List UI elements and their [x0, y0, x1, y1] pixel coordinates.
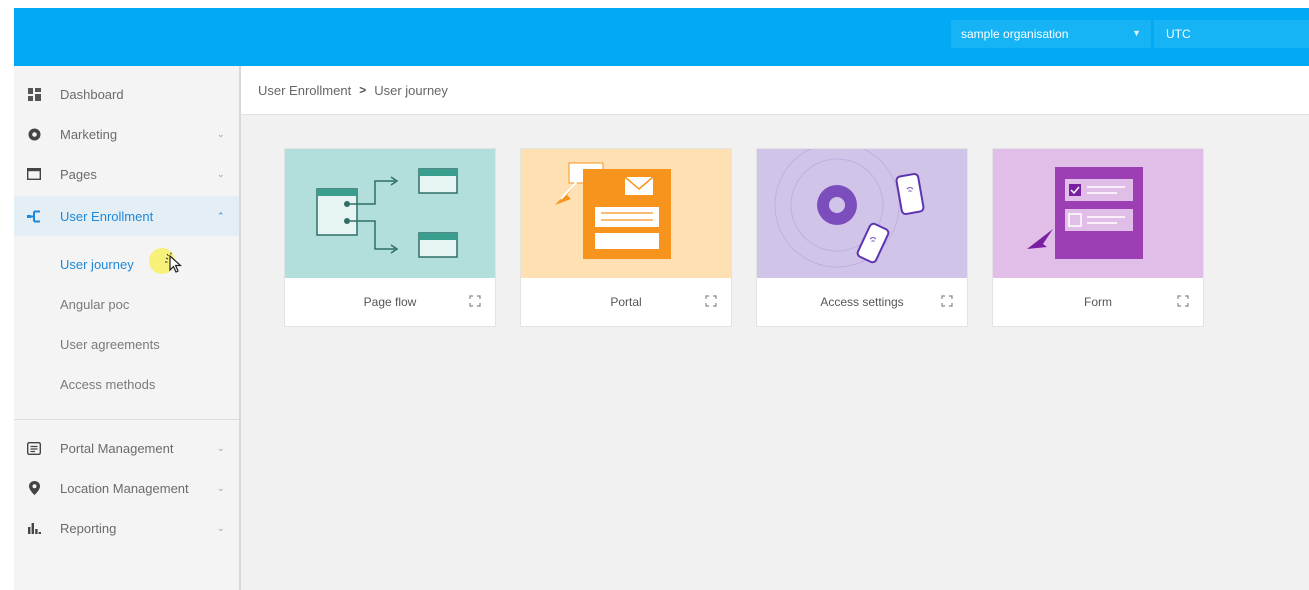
sidebar-item-reporting[interactable]: Reporting ⌄	[14, 508, 239, 548]
dashboard-icon	[27, 87, 41, 101]
sidebar-subitem-user-journey[interactable]: User journey	[14, 244, 239, 284]
sidebar-item-label: User Enrollment	[60, 208, 154, 224]
portal-illustration	[521, 149, 731, 278]
sidebar-subitem-angular-poc[interactable]: Angular poc	[14, 284, 239, 324]
breadcrumb-parent[interactable]: User Enrollment	[258, 83, 351, 98]
expand-icon[interactable]	[469, 295, 481, 307]
sidebar-subitem-access-methods[interactable]: Access methods	[14, 364, 239, 404]
organisation-select-label: sample organisation	[961, 27, 1069, 41]
location-pin-icon	[27, 481, 41, 495]
sidebar-item-label: Portal Management	[60, 440, 174, 456]
reporting-icon	[27, 521, 41, 535]
breadcrumb-separator-icon: >	[359, 83, 367, 97]
card-label: Access settings	[820, 295, 904, 309]
sidebar-item-portal-management[interactable]: Portal Management ⌄	[14, 428, 239, 468]
sidebar-subitem-label: User journey	[60, 256, 134, 272]
chevron-down-icon: ▼	[1132, 28, 1141, 38]
top-bar: sample organisation ▼ UTC	[14, 8, 1309, 66]
sidebar-item-dashboard[interactable]: Dashboard	[14, 74, 239, 114]
chevron-down-icon: ⌄	[217, 168, 225, 179]
card-label: Portal	[610, 295, 642, 309]
access-settings-illustration	[757, 149, 967, 278]
sidebar-item-user-enrollment[interactable]: User Enrollment ⌃	[14, 196, 239, 236]
timezone-select[interactable]: UTC	[1154, 20, 1309, 48]
sidebar-subitem-label: Access methods	[60, 376, 156, 392]
chevron-down-icon: ⌄	[217, 482, 225, 493]
portal-management-icon	[27, 441, 41, 455]
card-page-flow[interactable]: Page flow	[284, 148, 496, 327]
page-flow-illustration	[285, 149, 495, 278]
card-form[interactable]: Form	[992, 148, 1204, 327]
sidebar-item-location-management[interactable]: Location Management ⌄	[14, 468, 239, 508]
sidebar-item-marketing[interactable]: Marketing ⌄	[14, 114, 239, 154]
sidebar-subitem-user-agreements[interactable]: User agreements	[14, 324, 239, 364]
user-enrollment-icon	[27, 209, 41, 223]
mouse-cursor-icon	[165, 252, 183, 273]
marketing-icon	[27, 127, 41, 141]
sidebar-subitem-label: User agreements	[60, 336, 160, 352]
sidebar: Dashboard Marketing ⌄ Pages ⌄ User Enrol…	[14, 66, 241, 590]
sidebar-item-label: Pages	[60, 166, 97, 182]
sidebar-item-label: Location Management	[60, 480, 189, 496]
breadcrumb-current: User journey	[374, 82, 448, 98]
sidebar-item-label: Marketing	[60, 126, 118, 142]
card-portal[interactable]: Portal	[520, 148, 732, 327]
expand-icon[interactable]	[941, 295, 953, 307]
form-illustration	[993, 149, 1203, 278]
chevron-down-icon: ⌄	[217, 442, 225, 453]
organisation-select[interactable]: sample organisation ▼	[951, 20, 1151, 48]
breadcrumb: User Enrollment > User journey	[241, 66, 1309, 115]
card-access-settings[interactable]: Access settings	[756, 148, 968, 327]
chevron-down-icon: ⌄	[217, 128, 225, 139]
expand-icon[interactable]	[1177, 295, 1189, 307]
main-content: User Enrollment > User journey Page flow…	[241, 66, 1309, 590]
pages-icon	[27, 167, 41, 181]
sidebar-divider	[14, 419, 239, 420]
timezone-select-label: UTC	[1166, 27, 1191, 41]
sidebar-item-pages[interactable]: Pages ⌄	[14, 154, 239, 194]
card-label: Form	[1084, 295, 1112, 309]
chevron-down-icon: ⌄	[217, 522, 225, 533]
sidebar-item-label: Reporting	[60, 520, 117, 536]
sidebar-item-label: Dashboard	[60, 86, 124, 102]
sidebar-subitem-label: Angular poc	[60, 296, 130, 312]
card-label: Page flow	[363, 295, 417, 309]
app-frame: sample organisation ▼ UTC Dashboard Mark…	[14, 8, 1309, 590]
chevron-up-icon: ⌃	[217, 210, 225, 221]
expand-icon[interactable]	[705, 295, 717, 307]
